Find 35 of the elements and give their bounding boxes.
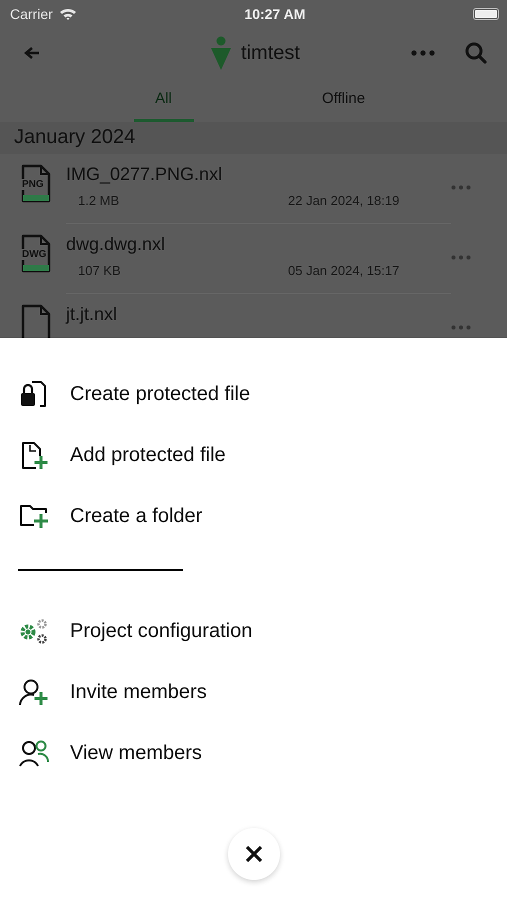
file-name: jt.jt.nxl	[66, 304, 118, 325]
more-button[interactable]	[411, 50, 435, 56]
project-logo-icon	[211, 36, 232, 70]
search-icon	[465, 42, 487, 64]
section-header: January 2024	[0, 122, 507, 154]
battery-icon	[472, 8, 499, 20]
menu-item[interactable]: Project configuration	[70, 620, 252, 643]
more-icon	[451, 325, 471, 330]
menu-item[interactable]: Invite members	[70, 681, 207, 704]
file-size: 1.2 MB	[78, 193, 120, 208]
menu-item[interactable]: Add protected file	[70, 444, 226, 467]
wifi-icon	[58, 7, 77, 21]
menu-item[interactable]: Create a folder	[70, 505, 202, 528]
menu-item[interactable]: Create protected file	[70, 383, 250, 406]
search-button[interactable]	[465, 42, 487, 64]
more-icon	[411, 50, 435, 56]
back-button[interactable]	[24, 46, 40, 60]
project-title: timtest	[241, 42, 300, 64]
close-button[interactable]	[228, 828, 280, 880]
file-name: dwg.dwg.nxl	[66, 234, 166, 255]
status-time: 10:27 AM	[244, 6, 306, 22]
more-icon	[451, 255, 471, 260]
file-size: 107 KB	[78, 263, 122, 278]
carrier-label: Carrier	[10, 6, 53, 22]
close-icon	[244, 845, 262, 863]
file-icon: DWG	[20, 234, 52, 274]
file-date: 05 Jan 2024, 15:17	[288, 263, 400, 278]
menu-item[interactable]: View members	[70, 742, 202, 765]
file-name: IMG_0277.PNG.nxl	[66, 164, 224, 185]
people-icon	[18, 738, 50, 770]
file-icon	[20, 304, 52, 338]
back-arrow-icon	[24, 46, 40, 60]
file-date: 22 Jan 2024, 18:19	[288, 193, 400, 208]
more-icon	[451, 185, 471, 190]
file-icon: PNG	[20, 164, 52, 204]
